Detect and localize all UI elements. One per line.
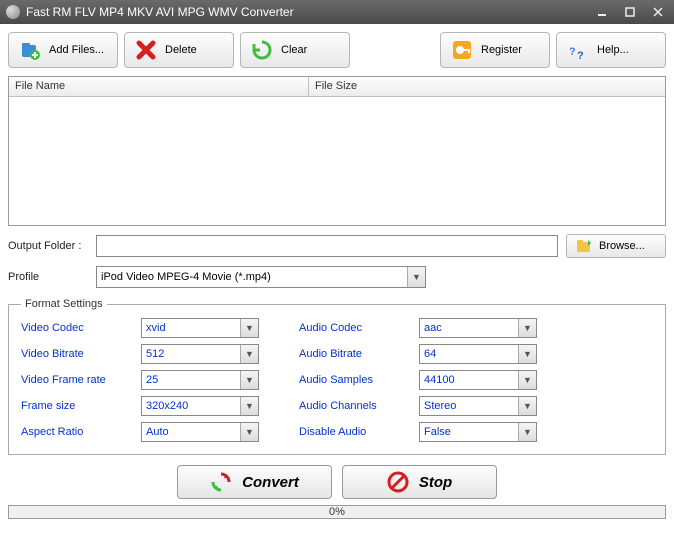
video-bitrate-label: Video Bitrate xyxy=(21,348,141,360)
help-icon: ?? xyxy=(567,39,589,61)
help-label: Help... xyxy=(597,44,629,56)
maximize-button[interactable] xyxy=(620,4,640,20)
video-bitrate-select[interactable]: 512▼ xyxy=(141,344,259,364)
chevron-down-icon: ▼ xyxy=(407,267,425,287)
audio-channels-label: Audio Channels xyxy=(299,400,419,412)
stop-label: Stop xyxy=(419,474,452,491)
audio-channels-select[interactable]: Stereo▼ xyxy=(419,396,537,416)
col-filesize[interactable]: File Size xyxy=(309,77,665,96)
video-codec-select[interactable]: xvid▼ xyxy=(141,318,259,338)
progress-text: 0% xyxy=(329,506,345,518)
audio-bitrate-select[interactable]: 64▼ xyxy=(419,344,537,364)
frame-size-select[interactable]: 320x240▼ xyxy=(141,396,259,416)
output-folder-input[interactable] xyxy=(96,235,558,257)
aspect-ratio-label: Aspect Ratio xyxy=(21,426,141,438)
add-files-button[interactable]: Add Files... xyxy=(8,32,118,68)
frame-size-label: Frame size xyxy=(21,400,141,412)
help-button[interactable]: ?? Help... xyxy=(556,32,666,68)
audio-samples-label: Audio Samples xyxy=(299,374,419,386)
format-settings-legend: Format Settings xyxy=(21,298,107,310)
audio-samples-select[interactable]: 44100▼ xyxy=(419,370,537,390)
chevron-down-icon: ▼ xyxy=(518,371,536,389)
format-settings-group: Format Settings Video Codec xvid▼ Video … xyxy=(8,298,666,455)
video-codec-label: Video Codec xyxy=(21,322,141,334)
svg-text:?: ? xyxy=(577,50,584,61)
delete-label: Delete xyxy=(165,44,197,56)
video-frame-rate-label: Video Frame rate xyxy=(21,374,141,386)
chevron-down-icon: ▼ xyxy=(240,423,258,441)
delete-button[interactable]: Delete xyxy=(124,32,234,68)
audio-codec-label: Audio Codec xyxy=(299,322,419,334)
disable-audio-select[interactable]: False▼ xyxy=(419,422,537,442)
chevron-down-icon: ▼ xyxy=(240,319,258,337)
minimize-button[interactable] xyxy=(592,4,612,20)
disable-audio-label: Disable Audio xyxy=(299,426,419,438)
chevron-down-icon: ▼ xyxy=(518,423,536,441)
register-button[interactable]: Register xyxy=(440,32,550,68)
chevron-down-icon: ▼ xyxy=(240,397,258,415)
clear-button[interactable]: Clear xyxy=(240,32,350,68)
stop-icon xyxy=(387,471,409,493)
output-folder-label: Output Folder : xyxy=(8,240,88,252)
chevron-down-icon: ▼ xyxy=(518,397,536,415)
add-files-icon xyxy=(19,39,41,61)
file-list[interactable]: File Name File Size xyxy=(8,76,666,226)
app-icon xyxy=(6,5,20,19)
titlebar: Fast RM FLV MP4 MKV AVI MPG WMV Converte… xyxy=(0,0,674,24)
convert-label: Convert xyxy=(242,474,299,491)
close-button[interactable] xyxy=(648,4,668,20)
aspect-ratio-select[interactable]: Auto▼ xyxy=(141,422,259,442)
folder-icon xyxy=(575,237,593,255)
video-frame-rate-select[interactable]: 25▼ xyxy=(141,370,259,390)
audio-bitrate-label: Audio Bitrate xyxy=(299,348,419,360)
register-label: Register xyxy=(481,44,522,56)
svg-text:?: ? xyxy=(569,46,576,58)
audio-codec-select[interactable]: aac▼ xyxy=(419,318,537,338)
progress-bar: 0% xyxy=(8,505,666,519)
chevron-down-icon: ▼ xyxy=(518,345,536,363)
clear-icon xyxy=(251,39,273,61)
profile-label: Profile xyxy=(8,271,88,283)
clear-label: Clear xyxy=(281,44,307,56)
profile-value: iPod Video MPEG-4 Movie (*.mp4) xyxy=(101,271,271,283)
browse-button[interactable]: Browse... xyxy=(566,234,666,258)
browse-label: Browse... xyxy=(599,240,645,252)
toolbar: Add Files... Delete Clear Register ?? He… xyxy=(8,32,666,68)
delete-icon xyxy=(135,39,157,61)
chevron-down-icon: ▼ xyxy=(240,345,258,363)
file-list-header: File Name File Size xyxy=(9,77,665,97)
profile-select[interactable]: iPod Video MPEG-4 Movie (*.mp4) ▼ xyxy=(96,266,426,288)
add-files-label: Add Files... xyxy=(49,44,104,56)
register-icon xyxy=(451,39,473,61)
convert-button[interactable]: Convert xyxy=(177,465,332,499)
col-filename[interactable]: File Name xyxy=(9,77,309,96)
chevron-down-icon: ▼ xyxy=(240,371,258,389)
stop-button[interactable]: Stop xyxy=(342,465,497,499)
window-title: Fast RM FLV MP4 MKV AVI MPG WMV Converte… xyxy=(26,5,584,19)
chevron-down-icon: ▼ xyxy=(518,319,536,337)
convert-icon xyxy=(210,471,232,493)
